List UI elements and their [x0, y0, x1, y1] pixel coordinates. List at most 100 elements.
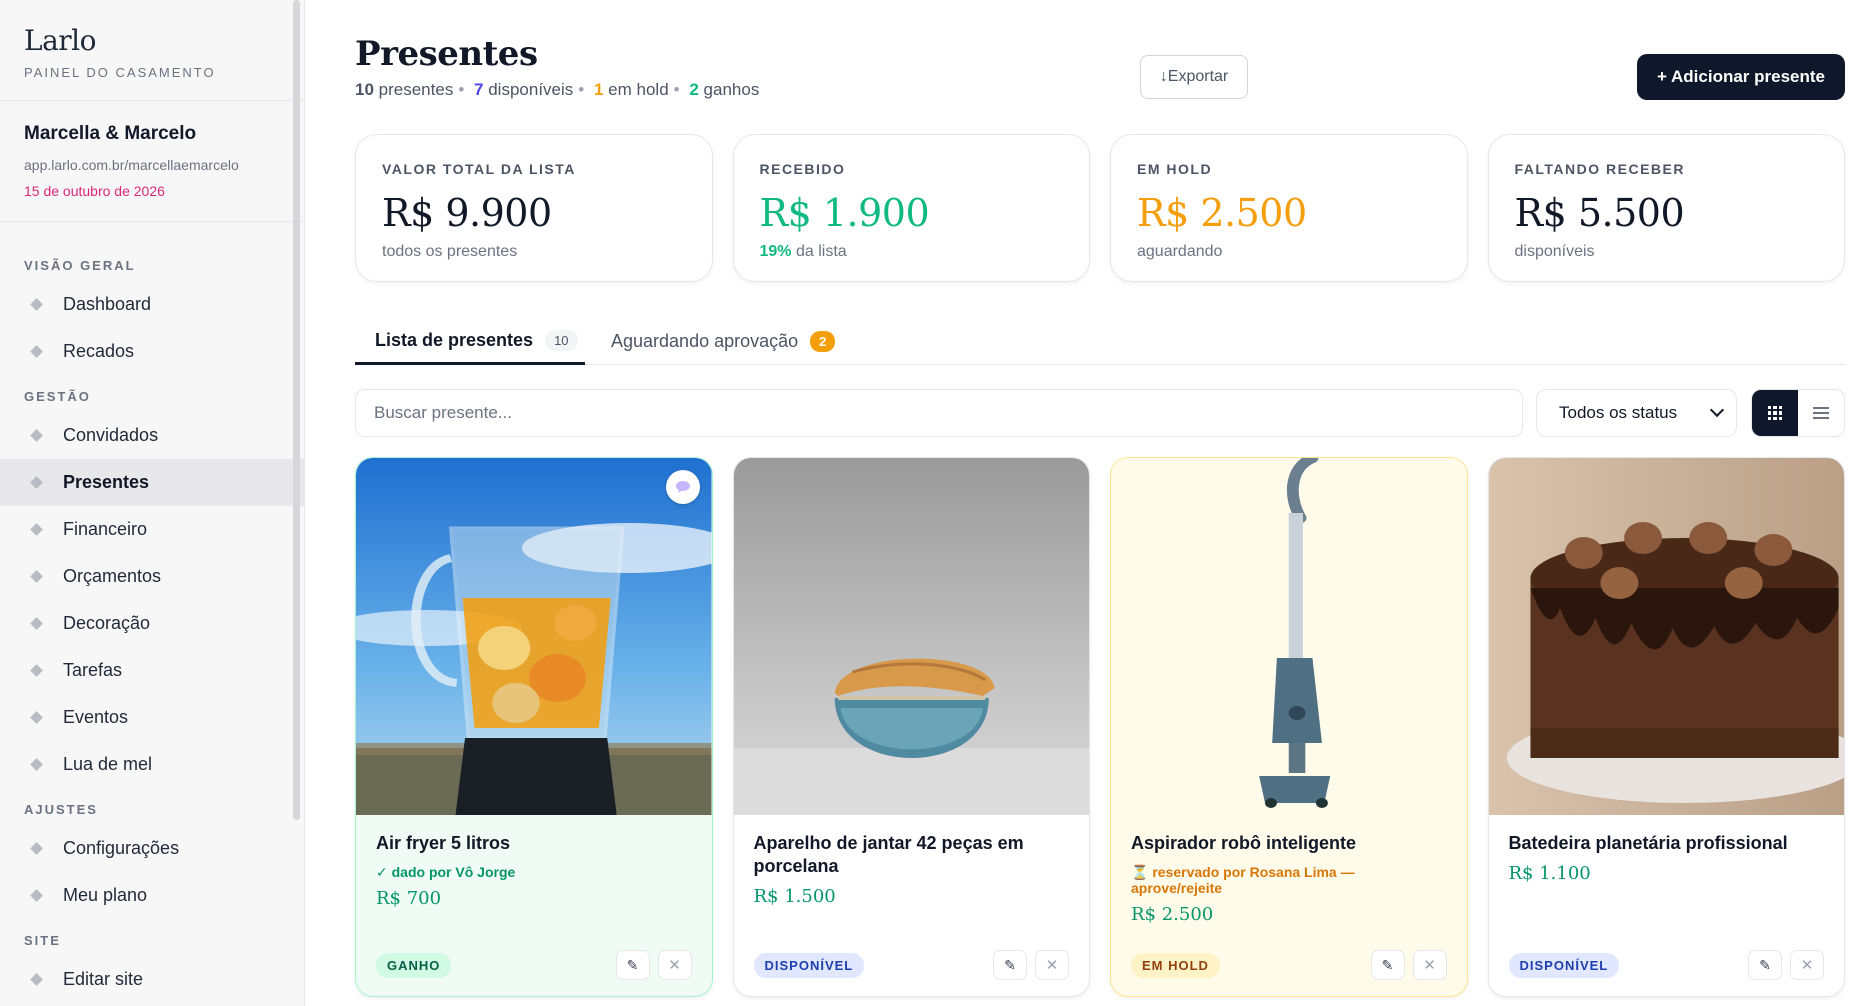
separator-dot: •: [458, 80, 465, 99]
summary-won-label: ganhos: [703, 80, 760, 99]
brand-subtitle: PAINEL DO CASAMENTO: [24, 65, 216, 80]
sidebar-item-label: Lua de mel: [63, 754, 153, 774]
sidebar-item-recados[interactable]: Recados: [0, 328, 304, 375]
gift-title: Batedeira planetária profissional: [1508, 833, 1788, 853]
sidebar-item-label: Eventos: [63, 707, 129, 727]
edit-button[interactable]: ✎: [615, 950, 650, 980]
edit-button[interactable]: ✎: [1370, 950, 1405, 980]
diamond-icon: [30, 429, 43, 442]
couple-info: Marcella & Marcelo app.larlo.com.br/marc…: [0, 101, 304, 222]
sidebar-item-financeiro[interactable]: Financeiro: [0, 506, 304, 553]
nav-section-title: VISÃO GERAL: [24, 258, 136, 273]
edit-button[interactable]: ✎: [993, 950, 1027, 980]
sidebar-item-label: Tarefas: [63, 660, 123, 680]
stat-label: RECEBIDO: [759, 161, 846, 177]
remove-button[interactable]: ✕: [1790, 950, 1824, 980]
sidebar-item-tarefas[interactable]: Tarefas: [0, 647, 304, 694]
diamond-icon: [30, 617, 43, 630]
tab-awaiting-approval[interactable]: Aguardando aprovação 2: [611, 318, 836, 365]
gift-card[interactable]: Air fryer 5 litros ✓ dado por Vô Jorge R…: [355, 457, 713, 997]
stat-value: R$ 9.900: [382, 191, 552, 235]
search-input[interactable]: [355, 389, 1523, 437]
couple-url[interactable]: app.larlo.com.br/marcellaemarcelo: [24, 157, 280, 173]
status-badge: EM HOLD: [1131, 952, 1220, 978]
diamond-icon: [30, 570, 43, 583]
gift-image-bowls: [733, 458, 1089, 815]
stat-value: R$ 2.500: [1137, 191, 1307, 235]
gift-image-vacuum: [1111, 458, 1467, 815]
remove-button[interactable]: ✕: [1035, 950, 1069, 980]
sidebar-item-editar-site[interactable]: Editar site: [0, 956, 304, 1003]
message-icon[interactable]: [665, 470, 700, 504]
wedding-date: 15 de outubro de 2026: [24, 183, 165, 199]
sidebar-item-label: Editar site: [63, 969, 144, 989]
sidebar-item-lua-de-mel[interactable]: Lua de mel: [0, 741, 304, 788]
sidebar-item-orcamentos[interactable]: Orçamentos: [0, 553, 304, 600]
tab-gift-list[interactable]: Lista de presentes 10: [355, 318, 585, 365]
brand-logo[interactable]: Larlo: [24, 24, 280, 57]
close-icon: ✕: [1045, 957, 1059, 974]
stat-label: FALTANDO RECEBER: [1514, 161, 1685, 177]
sidebar-item-decoracao[interactable]: Decoração: [0, 600, 304, 647]
gift-card[interactable]: Aspirador robô inteligente ⏳ reservado p…: [1110, 457, 1468, 997]
page-title: Presentes: [355, 34, 538, 74]
status-filter-select[interactable]: Todos os status: [1536, 389, 1737, 437]
gift-image-cake: [1488, 458, 1844, 815]
stat-sub: todos os presentes: [382, 243, 518, 260]
diamond-icon: [30, 345, 43, 358]
gift-price: R$ 700: [376, 888, 442, 909]
remove-button[interactable]: ✕: [657, 950, 692, 980]
gift-title: Aspirador robô inteligente: [1131, 833, 1357, 853]
sidebar-scrollbar[interactable]: [293, 0, 300, 820]
stat-card-hold: EM HOLD R$ 2.500 aguardando: [1110, 134, 1468, 282]
summary-total-label: presentes: [378, 80, 454, 99]
sidebar: Larlo PAINEL DO CASAMENTO Marcella & Mar…: [0, 0, 305, 1006]
diamond-icon: [30, 842, 43, 855]
sidebar-item-dashboard[interactable]: Dashboard: [0, 281, 304, 328]
sidebar-item-eventos[interactable]: Eventos: [0, 694, 304, 741]
edit-icon: ✎: [1381, 956, 1394, 973]
view-toggle: [1751, 389, 1845, 437]
list-view-button[interactable]: [1798, 390, 1844, 436]
sidebar-item-meu-plano[interactable]: Meu plano: [0, 872, 304, 919]
grid-view-button[interactable]: [1752, 390, 1798, 436]
stat-sub: disponíveis: [1514, 243, 1595, 260]
sidebar-item-convidados[interactable]: Convidados: [0, 412, 304, 459]
page-summary: 10 presentes • 7 disponíveis • 1 em hold • …: [355, 80, 759, 100]
nav-section-title: SITE: [24, 933, 61, 948]
gift-price: R$ 1.500: [753, 886, 836, 907]
sidebar-nav: VISÃO GERAL Dashboard Recados GESTÃO Con…: [0, 222, 304, 1003]
sidebar-item-label: Meu plano: [63, 885, 148, 905]
nav-section-title: AJUSTES: [24, 802, 98, 817]
summary-hold-label: em hold: [608, 80, 669, 99]
edit-icon: ✎: [626, 956, 639, 973]
edit-button[interactable]: ✎: [1748, 950, 1782, 980]
gift-card-body: Batedeira planetária profissional R$ 1.1…: [1489, 815, 1845, 901]
sidebar-item-presentes[interactable]: Presentes: [0, 459, 304, 506]
close-icon: ✕: [668, 957, 681, 974]
gift-note: ✓ dado por Vô Jorge: [376, 864, 516, 880]
gift-grid: Air fryer 5 litros ✓ dado por Vô Jorge R…: [355, 457, 1845, 997]
diamond-icon: [30, 758, 43, 771]
gift-price: R$ 1.100: [1508, 863, 1591, 884]
gift-card[interactable]: Batedeira planetária profissional R$ 1.1…: [1487, 457, 1845, 997]
gift-card[interactable]: Aparelho de jantar 42 peças em porcelana…: [732, 457, 1090, 997]
gift-actions: ✎ ✕: [1370, 950, 1447, 980]
stat-percent: 19%: [759, 243, 792, 260]
export-button[interactable]: ↓Exportar: [1140, 55, 1248, 99]
stats-row: VALOR TOTAL DA LISTA R$ 9.900 todos os p…: [355, 134, 1845, 282]
close-icon: ✕: [1423, 957, 1436, 974]
sidebar-item-label: Decoração: [63, 613, 151, 633]
gift-title: Aparelho de jantar 42 peças em porcelana: [753, 833, 1024, 876]
gift-card-footer: GANHO ✎ ✕: [376, 950, 692, 980]
add-gift-button[interactable]: + Adicionar presente: [1637, 54, 1845, 100]
sidebar-item-configuracoes[interactable]: Configurações: [0, 825, 304, 872]
stat-card-total: VALOR TOTAL DA LISTA R$ 9.900 todos os p…: [355, 134, 713, 282]
gift-card-footer: EM HOLD ✎ ✕: [1131, 950, 1447, 980]
sidebar-item-label: Configurações: [63, 838, 180, 858]
gift-card-footer: DISPONÍVEL ✎ ✕: [753, 950, 1069, 980]
remove-button[interactable]: ✕: [1412, 950, 1447, 980]
gift-note: ⏳ reservado por Rosana Lima — aprove/rej…: [1131, 864, 1355, 896]
close-icon: ✕: [1800, 957, 1814, 974]
tab-label: Lista de presentes: [375, 329, 534, 350]
